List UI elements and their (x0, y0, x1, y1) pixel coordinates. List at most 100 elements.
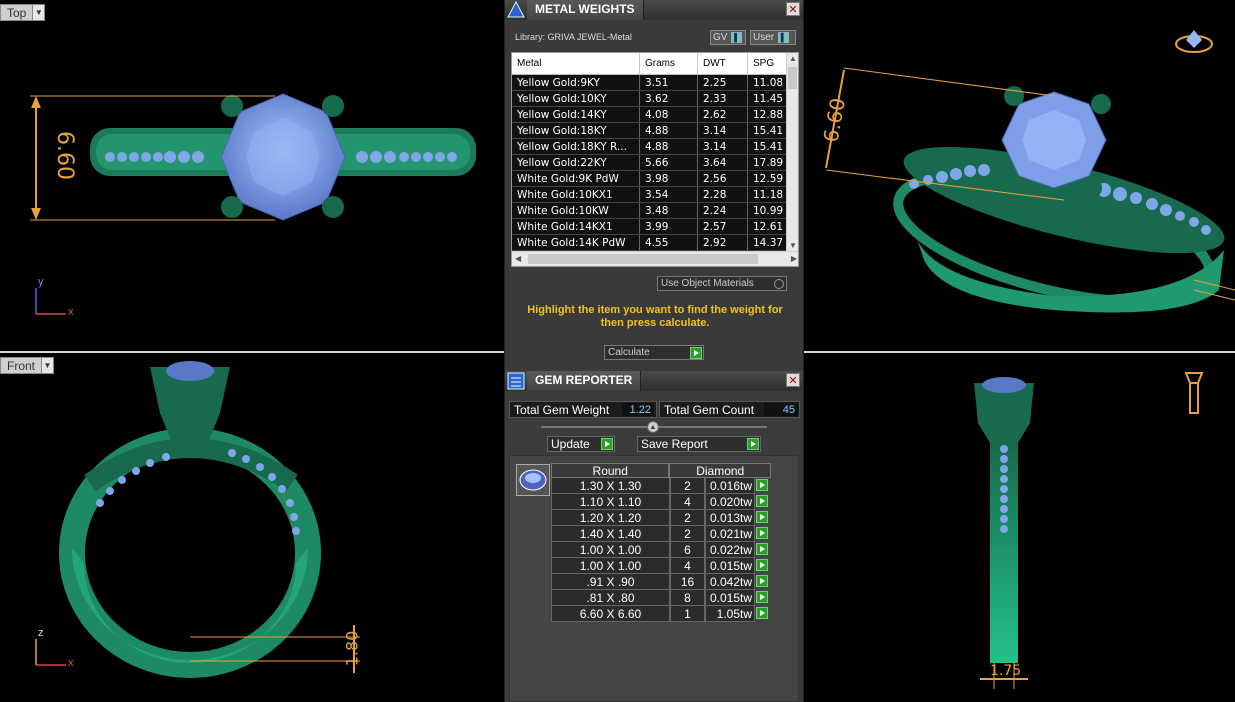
metal-row[interactable]: Yellow Gold:9KY 3.51 2.25 11.08 (512, 75, 798, 91)
metal-cell-metal: White Gold:14KX1 (512, 219, 640, 234)
play-icon (601, 438, 613, 450)
column-header[interactable]: Grams (640, 53, 698, 74)
toggle-icon: ▌ (731, 32, 743, 43)
gem-row[interactable]: 1.30 X 1.30 2 0.016tw (551, 478, 771, 494)
gem-cell-weight: 0.020tw (705, 494, 755, 510)
vertical-scrollbar[interactable]: ▲ ▼ (786, 53, 798, 251)
metal-table-body: Yellow Gold:9KY 3.51 2.25 11.08 Yellow Gold:… (512, 75, 798, 251)
update-button[interactable]: Update (547, 436, 615, 452)
viewport-top[interactable]: 6.60 y x Top ▼ (0, 0, 504, 351)
metal-row[interactable]: White Gold:14K PdW 4.55 2.92 14.37 (512, 235, 798, 251)
gem-cell-size: .81 X .80 (551, 590, 670, 606)
metal-cell-dwt: 3.14 (698, 123, 748, 138)
total-gem-weight-value: 1.22 (622, 403, 654, 416)
metal-row[interactable]: White Gold:10KX1 3.54 2.28 11.18 (512, 187, 798, 203)
gem-cell-size: 1.00 X 1.00 (551, 542, 670, 558)
gem-cell-weight: 0.016tw (705, 478, 755, 494)
viewport-name: Front (7, 358, 36, 373)
panel-title: METAL WEIGHTS (527, 0, 644, 20)
viewport-front-label[interactable]: Front ▼ (0, 357, 55, 374)
metal-cell-grams: 4.08 (640, 107, 698, 122)
select-gem-button[interactable] (755, 558, 771, 574)
use-object-materials-toggle[interactable]: Use Object Materials (657, 276, 787, 291)
panel-splitter[interactable]: ▲ (541, 421, 767, 433)
select-gem-button[interactable] (755, 478, 771, 494)
scroll-down-icon[interactable]: ▼ (789, 241, 797, 250)
ring-view-icon[interactable] (1174, 26, 1214, 56)
gem-reporter-titlebar[interactable]: GEM REPORTER ✕ (505, 371, 803, 391)
metal-cell-grams: 4.55 (640, 235, 698, 250)
select-gem-button[interactable] (755, 542, 771, 558)
gem-row[interactable]: 1.00 X 1.00 4 0.015tw (551, 558, 771, 574)
gv-toggle[interactable]: GV ▌ (710, 30, 746, 45)
viewport-perspective[interactable]: 6.60 (804, 0, 1235, 351)
save-report-button[interactable]: Save Report (637, 436, 761, 452)
metal-cell-spg: 15.41 (748, 123, 788, 138)
gem-row[interactable]: 1.40 X 1.40 2 0.021tw (551, 526, 771, 542)
gem-row[interactable]: 6.60 X 6.60 1 1.05tw (551, 606, 771, 622)
chevron-down-icon[interactable]: ▼ (32, 5, 45, 20)
play-icon (756, 591, 768, 603)
column-header[interactable]: Metal (512, 53, 640, 74)
select-gem-button[interactable] (755, 590, 771, 606)
total-gem-weight: Total Gem Weight 1.22 (509, 401, 657, 418)
right-view-ring-render (974, 372, 1204, 689)
select-gem-button[interactable] (755, 526, 771, 542)
metal-cell-metal: White Gold:9K PdW (512, 171, 640, 186)
select-gem-button[interactable] (755, 510, 771, 526)
calculate-button[interactable]: Calculate (604, 345, 704, 360)
metal-cell-dwt: 2.24 (698, 203, 748, 218)
gem-cell-count: 4 (670, 494, 705, 510)
metal-table[interactable]: Metal Grams DWT SPG Yellow Gold:9KY 3.51 2… (511, 52, 799, 267)
scroll-left-icon[interactable]: ◀ (515, 254, 521, 263)
gem-row[interactable]: .81 X .80 8 0.015tw (551, 590, 771, 606)
round-gem-icon[interactable] (516, 464, 550, 496)
metal-cell-grams: 4.88 (640, 139, 698, 154)
select-gem-button[interactable] (755, 494, 771, 510)
metal-cell-grams: 3.48 (640, 203, 698, 218)
metal-cell-dwt: 2.92 (698, 235, 748, 250)
select-gem-button[interactable] (755, 606, 771, 622)
gem-row[interactable]: 1.00 X 1.00 6 0.022tw (551, 542, 771, 558)
select-gem-button[interactable] (755, 574, 771, 590)
close-icon[interactable]: ✕ (786, 2, 800, 16)
metal-row[interactable]: Yellow Gold:18KY 4.88 3.14 15.41 (512, 123, 798, 139)
collapse-icon[interactable]: ▲ (647, 421, 659, 433)
viewport-front[interactable]: 1.80 z x Front ▼ (0, 353, 504, 702)
gem-row[interactable]: 1.20 X 1.20 2 0.013tw (551, 510, 771, 526)
scroll-thumb[interactable] (788, 67, 797, 89)
gem-cell-count: 16 (670, 574, 705, 590)
viewport-top-label[interactable]: Top ▼ (0, 4, 46, 21)
gem-row[interactable]: .91 X .90 16 0.042tw (551, 574, 771, 590)
metal-row[interactable]: Yellow Gold:18KY R... 4.88 3.14 15.41 (512, 139, 798, 155)
radio-icon (774, 279, 784, 289)
gem-cell-count: 2 (670, 526, 705, 542)
chevron-down-icon[interactable]: ▼ (41, 358, 54, 373)
horizontal-scrollbar[interactable]: ◀ ▶ (512, 251, 798, 266)
instruction-text: Highlight the item you want to find the … (527, 304, 783, 329)
metal-cell-metal: White Gold:10KW (512, 203, 640, 218)
metal-weights-titlebar[interactable]: METAL WEIGHTS ✕ (505, 0, 803, 20)
metal-cell-spg: 12.61 (748, 219, 788, 234)
gem-row[interactable]: 1.10 X 1.10 4 0.020tw (551, 494, 771, 510)
user-toggle[interactable]: User ▌ (750, 30, 796, 45)
metal-row[interactable]: Yellow Gold:10KY 3.62 2.33 11.45 (512, 91, 798, 107)
scroll-up-icon[interactable]: ▲ (789, 54, 797, 63)
scroll-thumb[interactable] (528, 254, 758, 264)
scroll-right-icon[interactable]: ▶ (791, 254, 797, 263)
play-icon (756, 559, 768, 571)
metal-row[interactable]: White Gold:9K PdW 3.98 2.56 12.59 (512, 171, 798, 187)
metal-row[interactable]: White Gold:14KX1 3.99 2.57 12.61 (512, 219, 798, 235)
viewport-right[interactable]: 1.75 (804, 353, 1235, 702)
metal-row[interactable]: Yellow Gold:22KY 5.66 3.64 17.89 (512, 155, 798, 171)
metal-row[interactable]: Yellow Gold:14KY 4.08 2.62 12.88 (512, 107, 798, 123)
column-header[interactable]: SPG (748, 53, 788, 74)
ring-side-icon[interactable] (1180, 369, 1210, 417)
metal-cell-spg: 14.37 (748, 235, 788, 250)
close-icon[interactable]: ✕ (786, 373, 800, 387)
metal-cell-spg: 12.59 (748, 171, 788, 186)
play-icon (756, 575, 768, 587)
total-gem-count: Total Gem Count 45 (659, 401, 800, 418)
column-header[interactable]: DWT (698, 53, 748, 74)
metal-row[interactable]: White Gold:10KW 3.48 2.24 10.99 (512, 203, 798, 219)
